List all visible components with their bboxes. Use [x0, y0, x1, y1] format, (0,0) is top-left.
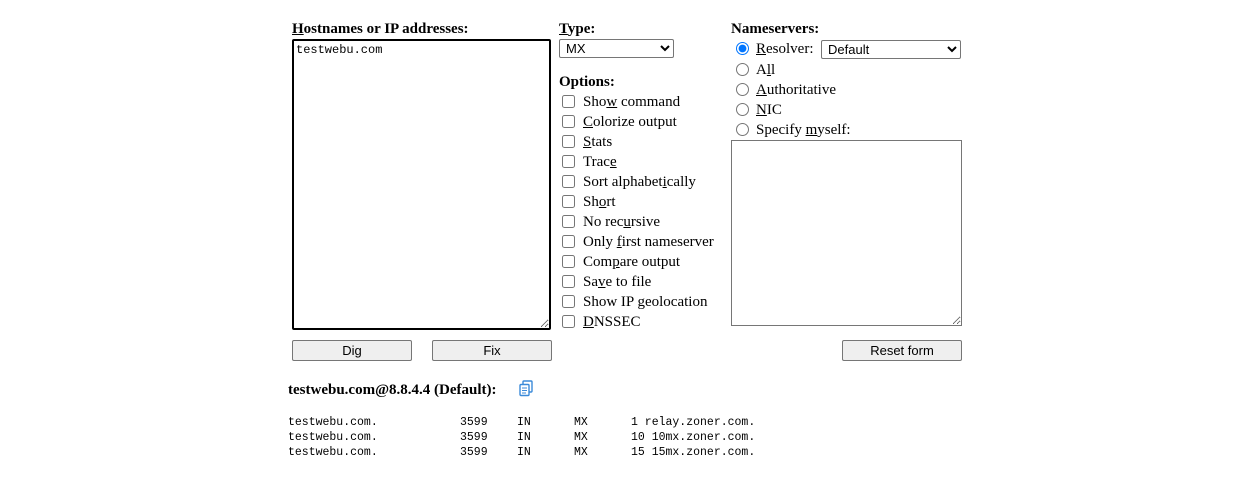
authoritative-label: Authoritative	[756, 82, 836, 98]
option-label: DNSSEC	[583, 314, 641, 330]
copy-icon[interactable]	[518, 380, 534, 397]
record-type: MX	[574, 416, 588, 429]
option-label: Sort alphabetically	[583, 174, 696, 190]
result-title: testwebu.com@8.8.4.4 (Default):	[288, 382, 497, 398]
record-class: IN	[517, 416, 531, 429]
record-ttl: 3599	[460, 431, 488, 444]
resolver-radio[interactable]	[736, 42, 749, 55]
option-checkbox[interactable]	[562, 255, 575, 268]
nic-radio[interactable]	[736, 103, 749, 116]
authoritative-radio[interactable]	[736, 83, 749, 96]
option-label: Compare output	[583, 254, 681, 270]
record-ttl: 3599	[460, 416, 488, 429]
option-label: No recursive	[583, 214, 661, 230]
option-checkbox[interactable]	[562, 135, 575, 148]
specify-label: Specify myself:	[756, 122, 851, 138]
option-checkbox[interactable]	[562, 155, 575, 168]
option-checkbox[interactable]	[562, 275, 575, 288]
option-label: Trace	[583, 154, 617, 170]
record-class: IN	[517, 446, 531, 459]
option-label: Show command	[583, 94, 681, 110]
option-checkbox[interactable]	[562, 95, 575, 108]
option-checkbox[interactable]	[562, 235, 575, 248]
record-ttl: 3599	[460, 446, 488, 459]
option-checkbox[interactable]	[562, 295, 575, 308]
all-label: All	[756, 62, 776, 78]
record-name: testwebu.com.	[288, 431, 378, 444]
record-type: MX	[574, 431, 588, 444]
record-name: testwebu.com.	[288, 446, 378, 459]
option-label: Stats	[583, 134, 613, 150]
record-name: testwebu.com.	[288, 416, 378, 429]
option-checkbox[interactable]	[562, 315, 575, 328]
record-data: 10 10mx.zoner.com.	[631, 431, 756, 444]
record-data: 15 15mx.zoner.com.	[631, 446, 756, 459]
record-type: MX	[574, 446, 588, 459]
resolver-select[interactable]: Default	[821, 40, 961, 59]
option-label: Short	[583, 194, 616, 210]
option-checkbox[interactable]	[562, 195, 575, 208]
option-label: Colorize output	[583, 114, 677, 130]
hostnames-label: Hostnames or IP addresses:	[292, 21, 469, 37]
reset-form-button[interactable]: Reset form	[842, 340, 962, 361]
options-heading: Options:	[559, 74, 615, 90]
resolver-label: Resolver:	[756, 41, 814, 57]
record-class: IN	[517, 431, 531, 444]
specify-radio[interactable]	[736, 123, 749, 136]
option-checkbox[interactable]	[562, 115, 575, 128]
nic-label: NIC	[756, 102, 782, 118]
option-label: Save to file	[583, 274, 652, 290]
record-data: 1 relay.zoner.com.	[631, 416, 756, 429]
option-checkbox[interactable]	[562, 215, 575, 228]
fix-button[interactable]: Fix	[432, 340, 552, 361]
hostnames-input[interactable]	[292, 39, 551, 330]
custom-nameservers-input[interactable]	[731, 140, 962, 326]
type-label: Type:	[559, 21, 596, 37]
option-label: Only first nameserver	[583, 234, 714, 250]
option-checkbox[interactable]	[562, 175, 575, 188]
nameservers-heading: Nameservers:	[731, 21, 820, 37]
type-select[interactable]: MX	[559, 39, 674, 58]
dig-button[interactable]: Dig	[292, 340, 412, 361]
option-label: Show IP geolocation	[583, 294, 708, 310]
all-radio[interactable]	[736, 63, 749, 76]
